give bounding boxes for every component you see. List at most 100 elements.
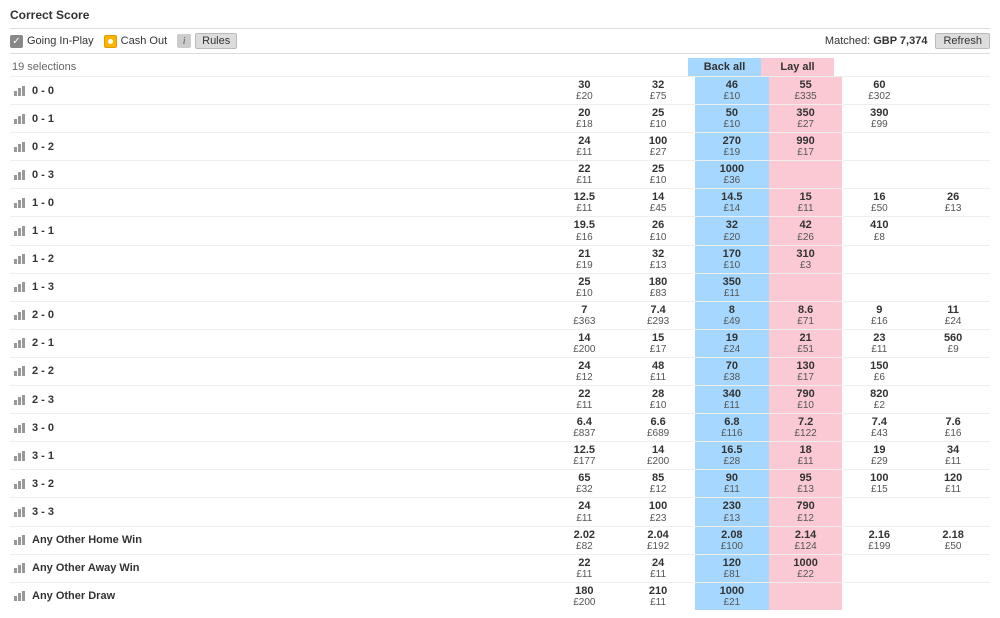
lay-odds-cell[interactable]: 120£11 — [916, 470, 990, 498]
chart-icon[interactable] — [14, 423, 26, 433]
lay-odds-cell[interactable]: 100£15 — [842, 470, 916, 498]
lay-odds-cell[interactable]: 390£99 — [842, 105, 916, 133]
back-odds-cell[interactable]: 12.5£11 — [547, 189, 621, 217]
back-odds-cell[interactable]: 20£18 — [547, 105, 621, 133]
chart-icon[interactable] — [14, 198, 26, 208]
back-all-button[interactable]: Back all — [688, 58, 761, 76]
back-odds-cell[interactable]: 19£24 — [695, 329, 769, 357]
back-odds-cell[interactable]: 180£83 — [621, 273, 695, 301]
back-odds-cell[interactable]: 22£11 — [547, 386, 621, 414]
lay-odds-cell[interactable]: 2.16£199 — [842, 526, 916, 554]
back-odds-cell[interactable]: 14£45 — [621, 189, 695, 217]
lay-odds-cell[interactable]: 18£11 — [769, 442, 843, 470]
lay-odds-cell[interactable]: 130£17 — [769, 357, 843, 385]
back-odds-cell[interactable]: 15£17 — [621, 329, 695, 357]
lay-odds-cell[interactable]: 790£12 — [769, 498, 843, 526]
back-odds-cell[interactable]: 6.6£689 — [621, 414, 695, 442]
back-odds-cell[interactable]: 24£11 — [621, 554, 695, 582]
back-odds-cell[interactable]: 340£11 — [695, 386, 769, 414]
chart-icon[interactable] — [14, 282, 26, 292]
back-odds-cell[interactable]: 50£10 — [695, 105, 769, 133]
back-odds-cell[interactable]: 25£10 — [547, 273, 621, 301]
chart-icon[interactable] — [14, 226, 26, 236]
chart-icon[interactable] — [14, 142, 26, 152]
back-odds-cell[interactable]: 16.5£28 — [695, 442, 769, 470]
lay-odds-cell[interactable]: 790£10 — [769, 386, 843, 414]
chart-icon[interactable] — [14, 254, 26, 264]
lay-odds-cell[interactable]: 9£16 — [842, 301, 916, 329]
chart-icon[interactable] — [14, 170, 26, 180]
back-odds-cell[interactable]: 14£200 — [547, 329, 621, 357]
back-odds-cell[interactable]: 24£12 — [547, 357, 621, 385]
back-odds-cell[interactable]: 2.04£192 — [621, 526, 695, 554]
back-odds-cell[interactable]: 350£11 — [695, 273, 769, 301]
back-odds-cell[interactable]: 26£10 — [621, 217, 695, 245]
rules-button[interactable]: Rules — [195, 33, 237, 49]
back-odds-cell[interactable]: 22£11 — [547, 554, 621, 582]
lay-odds-cell[interactable]: 11£24 — [916, 301, 990, 329]
chart-icon[interactable] — [14, 310, 26, 320]
lay-odds-cell[interactable]: 7.4£43 — [842, 414, 916, 442]
lay-odds-cell[interactable]: 16£50 — [842, 189, 916, 217]
back-odds-cell[interactable]: 25£10 — [621, 161, 695, 189]
back-odds-cell[interactable]: 24£11 — [547, 498, 621, 526]
chart-icon[interactable] — [14, 507, 26, 517]
lay-odds-cell[interactable]: 410£8 — [842, 217, 916, 245]
back-odds-cell[interactable]: 30£20 — [547, 77, 621, 105]
back-odds-cell[interactable]: 1000£36 — [695, 161, 769, 189]
lay-odds-cell[interactable]: 7.2£122 — [769, 414, 843, 442]
chart-icon[interactable] — [14, 395, 26, 405]
back-odds-cell[interactable]: 46£10 — [695, 77, 769, 105]
lay-odds-cell[interactable]: 19£29 — [842, 442, 916, 470]
lay-odds-cell[interactable]: 7.6£16 — [916, 414, 990, 442]
back-odds-cell[interactable]: 32£13 — [621, 245, 695, 273]
back-odds-cell[interactable]: 21£19 — [547, 245, 621, 273]
chart-icon[interactable] — [14, 114, 26, 124]
back-odds-cell[interactable]: 32£75 — [621, 77, 695, 105]
back-odds-cell[interactable]: 180£200 — [547, 582, 621, 610]
lay-odds-cell[interactable]: 23£11 — [842, 329, 916, 357]
lay-odds-cell[interactable]: 310£3 — [769, 245, 843, 273]
back-odds-cell[interactable]: 22£11 — [547, 161, 621, 189]
back-odds-cell[interactable]: 14£200 — [621, 442, 695, 470]
refresh-button[interactable]: Refresh — [935, 33, 990, 49]
back-odds-cell[interactable]: 100£27 — [621, 133, 695, 161]
lay-odds-cell[interactable]: 21£51 — [769, 329, 843, 357]
chart-icon[interactable] — [14, 535, 26, 545]
lay-odds-cell[interactable]: 820£2 — [842, 386, 916, 414]
back-odds-cell[interactable]: 100£23 — [621, 498, 695, 526]
back-odds-cell[interactable]: 70£38 — [695, 357, 769, 385]
back-odds-cell[interactable]: 48£11 — [621, 357, 695, 385]
rules-chip[interactable]: i Rules — [177, 33, 237, 49]
back-odds-cell[interactable]: 6.4£837 — [547, 414, 621, 442]
back-odds-cell[interactable]: 230£13 — [695, 498, 769, 526]
back-odds-cell[interactable]: 7.4£293 — [621, 301, 695, 329]
lay-odds-cell[interactable]: 15£11 — [769, 189, 843, 217]
back-odds-cell[interactable]: 170£10 — [695, 245, 769, 273]
lay-odds-cell[interactable]: 60£302 — [842, 77, 916, 105]
lay-odds-cell[interactable]: 2.18£50 — [916, 526, 990, 554]
back-odds-cell[interactable]: 2.08£100 — [695, 526, 769, 554]
back-odds-cell[interactable]: 32£20 — [695, 217, 769, 245]
lay-odds-cell[interactable]: 26£13 — [916, 189, 990, 217]
back-odds-cell[interactable]: 85£12 — [621, 470, 695, 498]
lay-odds-cell[interactable]: 34£11 — [916, 442, 990, 470]
back-odds-cell[interactable]: 90£11 — [695, 470, 769, 498]
back-odds-cell[interactable]: 65£32 — [547, 470, 621, 498]
chart-icon[interactable] — [14, 86, 26, 96]
chart-icon[interactable] — [14, 591, 26, 601]
lay-odds-cell[interactable]: 55£335 — [769, 77, 843, 105]
chart-icon[interactable] — [14, 366, 26, 376]
lay-odds-cell[interactable]: 8.6£71 — [769, 301, 843, 329]
chart-icon[interactable] — [14, 563, 26, 573]
lay-odds-cell[interactable]: 990£17 — [769, 133, 843, 161]
back-odds-cell[interactable]: 1000£21 — [695, 582, 769, 610]
back-odds-cell[interactable]: 7£363 — [547, 301, 621, 329]
chart-icon[interactable] — [14, 479, 26, 489]
back-odds-cell[interactable]: 25£10 — [621, 105, 695, 133]
back-odds-cell[interactable]: 2.02£82 — [547, 526, 621, 554]
chart-icon[interactable] — [14, 451, 26, 461]
lay-odds-cell[interactable]: 560£9 — [916, 329, 990, 357]
back-odds-cell[interactable]: 120£81 — [695, 554, 769, 582]
chart-icon[interactable] — [14, 338, 26, 348]
